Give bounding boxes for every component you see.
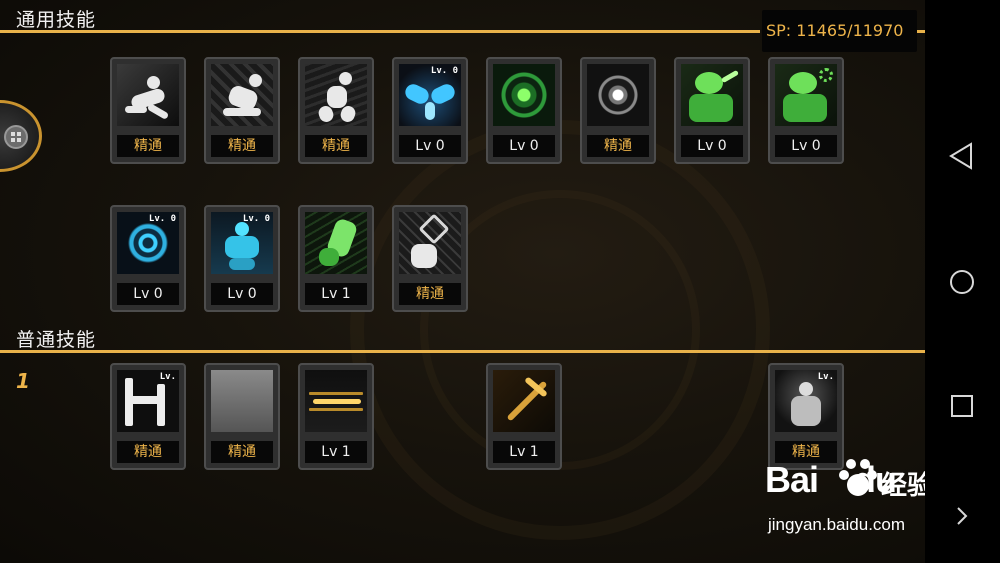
- normal-skills-title: 普通技能: [16, 329, 97, 351]
- skill-level-label: 精通: [117, 441, 179, 463]
- grid-menu-icon[interactable]: [4, 125, 28, 149]
- general-skills-divider: [0, 30, 760, 33]
- skill-level-label: Lv 0: [775, 135, 837, 157]
- green-mage-gear-icon: [775, 64, 837, 126]
- level-badge: Lv. 0: [242, 214, 270, 224]
- skill-level-label: Lv 0: [681, 135, 743, 157]
- general-skill-card[interactable]: Lv 0: [486, 57, 562, 164]
- normal-skills-divider: [0, 350, 925, 353]
- crouch-figure-icon: [117, 64, 179, 126]
- general-skill-card[interactable]: Lv. 0 Lv 0: [110, 205, 186, 312]
- level-badge: Lv. 0: [430, 66, 458, 76]
- level-badge: Lv.: [817, 372, 834, 382]
- game-screen: 通用技能 SP: 11465/11970 普通技能 1 精通 精通 精通 Lv.…: [0, 0, 925, 563]
- skill-level-label: Lv 1: [305, 441, 367, 463]
- hexagram-fist-icon: [399, 212, 461, 274]
- skill-level-label: Lv 0: [493, 135, 555, 157]
- general-skills-divider-end: [917, 30, 925, 33]
- general-skills-title: 通用技能: [16, 9, 97, 31]
- level-badge: Lv.: [159, 372, 176, 382]
- sp-counter: SP: 11465/11970: [766, 21, 904, 40]
- normal-skill-card[interactable]: Lv. 精通: [768, 363, 844, 470]
- general-skill-card[interactable]: 精通: [392, 205, 468, 312]
- skill-level-label: Lv 1: [305, 283, 367, 305]
- normal-skill-card[interactable]: Lv. 精通: [110, 363, 186, 470]
- blue-body-icon: Lv. 0: [211, 212, 273, 274]
- white-rune-icon: Lv.: [117, 370, 179, 432]
- general-skill-card[interactable]: 精通: [110, 57, 186, 164]
- skill-level-label: Lv 0: [117, 283, 179, 305]
- golden-scythe-icon: [493, 370, 555, 432]
- blue-wings-icon: Lv. 0: [399, 64, 461, 126]
- back-icon[interactable]: [925, 126, 1000, 186]
- chevron-right-icon[interactable]: [925, 488, 1000, 548]
- normal-skill-card[interactable]: 精通: [204, 363, 280, 470]
- kneel-figure-icon: [211, 64, 273, 126]
- general-skill-card[interactable]: Lv. 0 Lv 0: [392, 57, 468, 164]
- blank-skill-icon: [211, 370, 273, 432]
- level-badge: Lv. 0: [148, 214, 176, 224]
- skill-level-label: 精通: [587, 135, 649, 157]
- baidu-paw-icon: [839, 459, 877, 496]
- skill-level-label: 精通: [211, 441, 273, 463]
- row-number: 1: [16, 369, 30, 393]
- green-beast-icon: [305, 212, 367, 274]
- golden-slash-icon: [305, 370, 367, 432]
- green-mage-icon: [681, 64, 743, 126]
- normal-skill-card[interactable]: Lv 1: [298, 363, 374, 470]
- android-nav-bar: [925, 0, 1000, 563]
- blue-eye-icon: Lv. 0: [117, 212, 179, 274]
- home-icon[interactable]: [925, 252, 1000, 312]
- skill-level-label: Lv 0: [399, 135, 461, 157]
- general-skill-card[interactable]: Lv. 0 Lv 0: [204, 205, 280, 312]
- general-skill-card[interactable]: Lv 0: [674, 57, 750, 164]
- general-skill-card[interactable]: 精通: [580, 57, 656, 164]
- green-crosshair-icon: [493, 64, 555, 126]
- general-skill-card[interactable]: Lv 1: [298, 205, 374, 312]
- jingyan-text: 经验: [881, 471, 925, 501]
- skill-level-label: 精通: [211, 135, 273, 157]
- watermark-url: jingyan.baidu.com: [768, 515, 906, 534]
- baidu-jingyan-watermark: Bai du 经验 jingyan.baidu.com: [765, 455, 925, 545]
- skill-level-label: 精通: [399, 283, 461, 305]
- recent-apps-icon[interactable]: [925, 376, 1000, 436]
- skill-level-label: 精通: [305, 135, 367, 157]
- general-skill-card[interactable]: 精通: [298, 57, 374, 164]
- skill-level-label: Lv 1: [493, 441, 555, 463]
- general-skill-card[interactable]: Lv 0: [768, 57, 844, 164]
- gray-figure-icon: Lv.: [775, 370, 837, 432]
- general-skill-card[interactable]: 精通: [204, 57, 280, 164]
- dash-figure-icon: [305, 64, 367, 126]
- white-crosshair-icon: [587, 64, 649, 126]
- skill-level-label: Lv 0: [211, 283, 273, 305]
- normal-skill-card[interactable]: Lv 1: [486, 363, 562, 470]
- skill-level-label: 精通: [117, 135, 179, 157]
